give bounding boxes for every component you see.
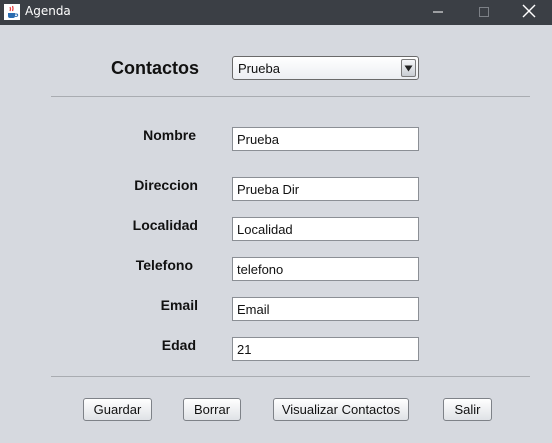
borrar-button[interactable]: Borrar xyxy=(183,398,241,421)
java-cup-icon xyxy=(4,4,20,20)
localidad-field[interactable] xyxy=(232,217,419,241)
close-button[interactable] xyxy=(506,0,552,25)
nombre-field[interactable] xyxy=(232,127,419,151)
email-field[interactable] xyxy=(232,297,419,321)
guardar-button[interactable]: Guardar xyxy=(83,398,152,421)
minimize-button[interactable] xyxy=(415,0,461,25)
maximize-button[interactable] xyxy=(461,0,507,25)
form-panel: Contactos Prueba Nombre Direccion Locali… xyxy=(0,25,552,443)
agenda-window: Agenda Contactos Prueba Nombre Prueba Di… xyxy=(0,0,552,443)
visualizar-contactos-button[interactable]: Visualizar Contactos xyxy=(273,398,409,421)
contactos-label: Contactos xyxy=(111,58,200,78)
minimize-icon xyxy=(432,3,444,22)
edad-label: Edad xyxy=(161,337,196,353)
window-title: Agenda xyxy=(25,4,71,18)
chevron-down-icon[interactable] xyxy=(401,59,416,77)
maximize-icon xyxy=(478,3,490,22)
localidad-label: Localidad xyxy=(132,217,198,233)
contact-select-value: Prueba xyxy=(238,61,280,76)
direccion-field[interactable] xyxy=(232,177,419,201)
nombre-label: Nombre xyxy=(143,127,196,143)
edad-field[interactable] xyxy=(232,337,419,361)
contact-select[interactable]: Prueba xyxy=(232,56,419,80)
telefono-label: Telefono xyxy=(135,257,193,273)
telefono-field[interactable] xyxy=(232,257,419,281)
title-bar[interactable]: Agenda xyxy=(0,0,552,25)
close-icon xyxy=(522,3,536,22)
direccion-label: Direccion xyxy=(134,177,198,193)
top-separator xyxy=(51,96,530,97)
bottom-separator xyxy=(51,376,530,377)
email-label: Email xyxy=(160,297,198,313)
salir-button[interactable]: Salir xyxy=(443,398,492,421)
